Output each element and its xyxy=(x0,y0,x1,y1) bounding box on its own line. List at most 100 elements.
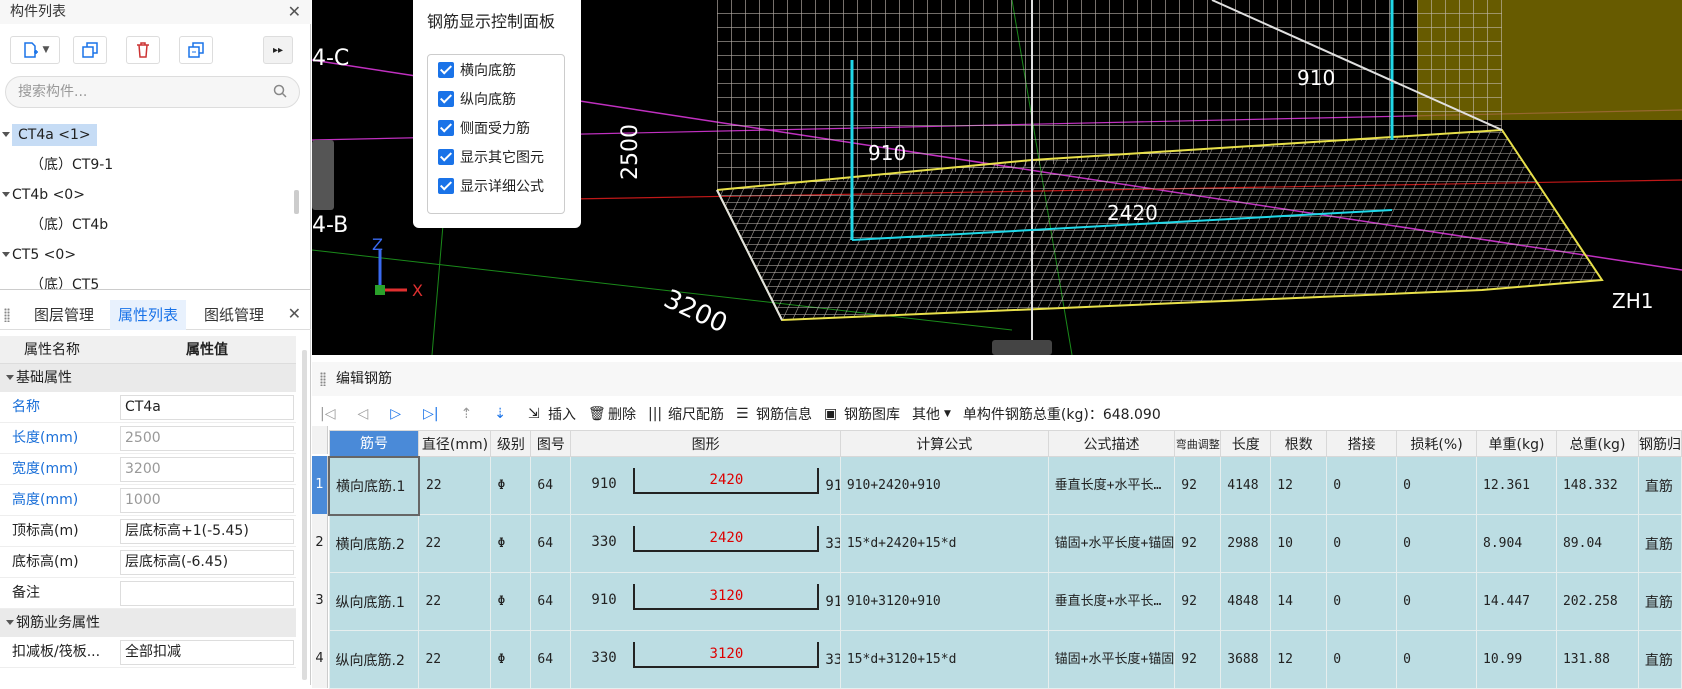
cell-figure[interactable]: 64 xyxy=(530,572,572,631)
search-input[interactable]: 搜索构件... xyxy=(5,76,300,108)
cell-lap[interactable]: 0 xyxy=(1326,630,1398,689)
col-header[interactable]: 公式描述 xyxy=(1047,430,1176,457)
cell-shape[interactable]: 9102420910 xyxy=(570,456,841,515)
grip-icon[interactable] xyxy=(320,372,326,386)
tree-item[interactable]: （底）CT4b xyxy=(0,210,300,240)
cell-lap[interactable]: 0 xyxy=(1326,514,1398,573)
rebar-info-button[interactable]: ☰ 钢筋信息 xyxy=(736,404,812,424)
tree-item[interactable]: CT4b <0> xyxy=(0,180,300,210)
cell-figure[interactable]: 64 xyxy=(530,456,572,515)
cell-total-weight[interactable]: 148.332 xyxy=(1555,456,1639,515)
option-show-other[interactable]: 显示其它图元 xyxy=(428,142,564,171)
delete-button[interactable]: 🗑 删除 xyxy=(588,404,636,424)
cell-type[interactable]: 直筋 xyxy=(1637,456,1682,515)
cell-unit-weight[interactable]: 12.361 xyxy=(1476,456,1557,515)
col-header[interactable]: 单重(kg) xyxy=(1476,430,1557,457)
tab-drawing-management[interactable]: 图纸管理 xyxy=(204,300,264,330)
col-header[interactable]: 弯曲调整 xyxy=(1174,430,1222,457)
cell-grade[interactable]: Φ xyxy=(490,572,532,631)
more-button[interactable]: ▸▸ xyxy=(263,36,293,64)
expand-icon[interactable] xyxy=(2,251,10,257)
cell-figure[interactable]: 64 xyxy=(530,514,572,573)
col-header[interactable]: 图形 xyxy=(570,430,841,457)
col-header[interactable]: 筋号 xyxy=(328,430,420,457)
property-scrollbar[interactable] xyxy=(302,350,307,680)
cell-length[interactable]: 3688 xyxy=(1220,630,1272,689)
property-value-field[interactable]: CT4a xyxy=(120,395,294,420)
tab-property-list[interactable]: 属性列表 xyxy=(110,300,187,330)
tree-item[interactable]: （底）CT5 xyxy=(0,270,300,289)
option-horizontal-bottom[interactable]: 横向底筋 xyxy=(428,55,564,84)
new-component-button[interactable]: ▼ xyxy=(10,36,60,64)
grip-icon[interactable] xyxy=(4,308,10,322)
cell-formula[interactable]: 910+2420+910 xyxy=(839,456,1049,515)
insert-button[interactable]: ⇲ 插入 xyxy=(528,404,576,424)
cell-formula[interactable]: 15*d+3120+15*d xyxy=(839,630,1049,689)
close-icon[interactable]: ✕ xyxy=(288,304,301,323)
copy-component-button[interactable] xyxy=(73,36,107,64)
table-row[interactable]: 横向底筋.2 22 Φ 64 3302420330 15*d+2420+15*d… xyxy=(328,514,1682,573)
cell-loss[interactable]: 0 xyxy=(1396,456,1478,515)
cell-type[interactable]: 直筋 xyxy=(1637,514,1682,573)
cell-shape[interactable]: 3302420330 xyxy=(570,514,841,573)
cell-grade[interactable]: Φ xyxy=(490,456,532,515)
table-row[interactable]: 纵向底筋.1 22 Φ 64 9103120910 910+3120+910 垂… xyxy=(328,572,1682,631)
cell-bend[interactable]: 92 xyxy=(1174,456,1222,515)
cell-total-weight[interactable]: 202.258 xyxy=(1555,572,1639,631)
option-show-formula[interactable]: 显示详细公式 xyxy=(428,171,564,200)
tree-item[interactable]: CT4a <1> xyxy=(0,120,300,150)
cell-shape[interactable]: 3303120330 xyxy=(570,630,841,689)
cell-length[interactable]: 2988 xyxy=(1220,514,1272,573)
cell-type[interactable]: 直筋 xyxy=(1637,572,1682,631)
cell-name[interactable]: 横向底筋.1 xyxy=(328,455,420,516)
cell-shape[interactable]: 9103120910 xyxy=(570,572,841,631)
cell-count[interactable]: 14 xyxy=(1270,572,1328,631)
col-header[interactable]: 搭接 xyxy=(1326,430,1398,457)
cell-grade[interactable]: Φ xyxy=(490,630,532,689)
col-header[interactable]: 级别 xyxy=(490,430,532,457)
checkbox-checked-icon[interactable] xyxy=(438,61,454,78)
cell-length[interactable]: 4148 xyxy=(1220,456,1272,515)
cell-unit-weight[interactable]: 14.447 xyxy=(1476,572,1557,631)
property-value-field[interactable]: 3200 xyxy=(120,457,294,482)
property-value-field[interactable] xyxy=(120,581,294,606)
cell-diameter[interactable]: 22 xyxy=(418,572,492,631)
cell-diameter[interactable]: 22 xyxy=(418,514,492,573)
cell-loss[interactable]: 0 xyxy=(1396,630,1478,689)
other-dropdown[interactable]: 其他 ▼ xyxy=(912,404,951,424)
expand-icon[interactable] xyxy=(2,131,10,137)
cell-diameter[interactable]: 22 xyxy=(418,456,492,515)
cell-description[interactable]: 锚固+水平长度+锚固 xyxy=(1047,514,1176,573)
next-icon[interactable]: ▷ xyxy=(390,406,401,422)
property-value-field[interactable]: 2500 xyxy=(120,426,294,451)
checkbox-checked-icon[interactable] xyxy=(438,90,454,107)
cell-formula[interactable]: 910+3120+910 xyxy=(839,572,1049,631)
cell-name[interactable]: 纵向底筋.2 xyxy=(328,630,420,689)
section-rebar[interactable]: 钢筋业务属性 xyxy=(0,609,296,637)
close-icon[interactable]: ✕ xyxy=(288,0,301,24)
option-side-rebar[interactable]: 侧面受力筋 xyxy=(428,113,564,142)
col-header[interactable]: 损耗(%) xyxy=(1396,430,1478,457)
cell-count[interactable]: 10 xyxy=(1270,514,1328,573)
col-header[interactable]: 计算公式 xyxy=(839,430,1049,457)
checkbox-checked-icon[interactable] xyxy=(438,177,454,194)
tree-item[interactable]: CT5 <0> xyxy=(0,240,300,270)
first-icon[interactable]: |◁ xyxy=(320,406,335,422)
cell-count[interactable]: 12 xyxy=(1270,456,1328,515)
cell-lap[interactable]: 0 xyxy=(1326,572,1398,631)
checkbox-checked-icon[interactable] xyxy=(438,119,454,136)
move-down-icon[interactable]: ⇣ xyxy=(494,406,506,422)
cell-type[interactable]: 直筋 xyxy=(1637,630,1682,689)
last-icon[interactable]: ▷| xyxy=(423,406,438,422)
checkbox-checked-icon[interactable] xyxy=(438,148,454,165)
table-row[interactable]: 横向底筋.1 22 Φ 64 9102420910 910+2420+910 垂… xyxy=(328,455,1682,516)
cell-name[interactable]: 横向底筋.2 xyxy=(328,514,420,573)
prev-icon[interactable]: ◁ xyxy=(357,406,368,422)
layer-copy-button[interactable] xyxy=(179,36,213,64)
cell-count[interactable]: 12 xyxy=(1270,630,1328,689)
cell-description[interactable]: 锚固+水平长度+锚固 xyxy=(1047,630,1176,689)
col-header[interactable]: 长度 xyxy=(1220,430,1272,457)
row-number[interactable]: 1 xyxy=(312,456,328,514)
col-header[interactable]: 直径(mm) xyxy=(418,430,492,457)
cell-total-weight[interactable]: 89.04 xyxy=(1555,514,1639,573)
